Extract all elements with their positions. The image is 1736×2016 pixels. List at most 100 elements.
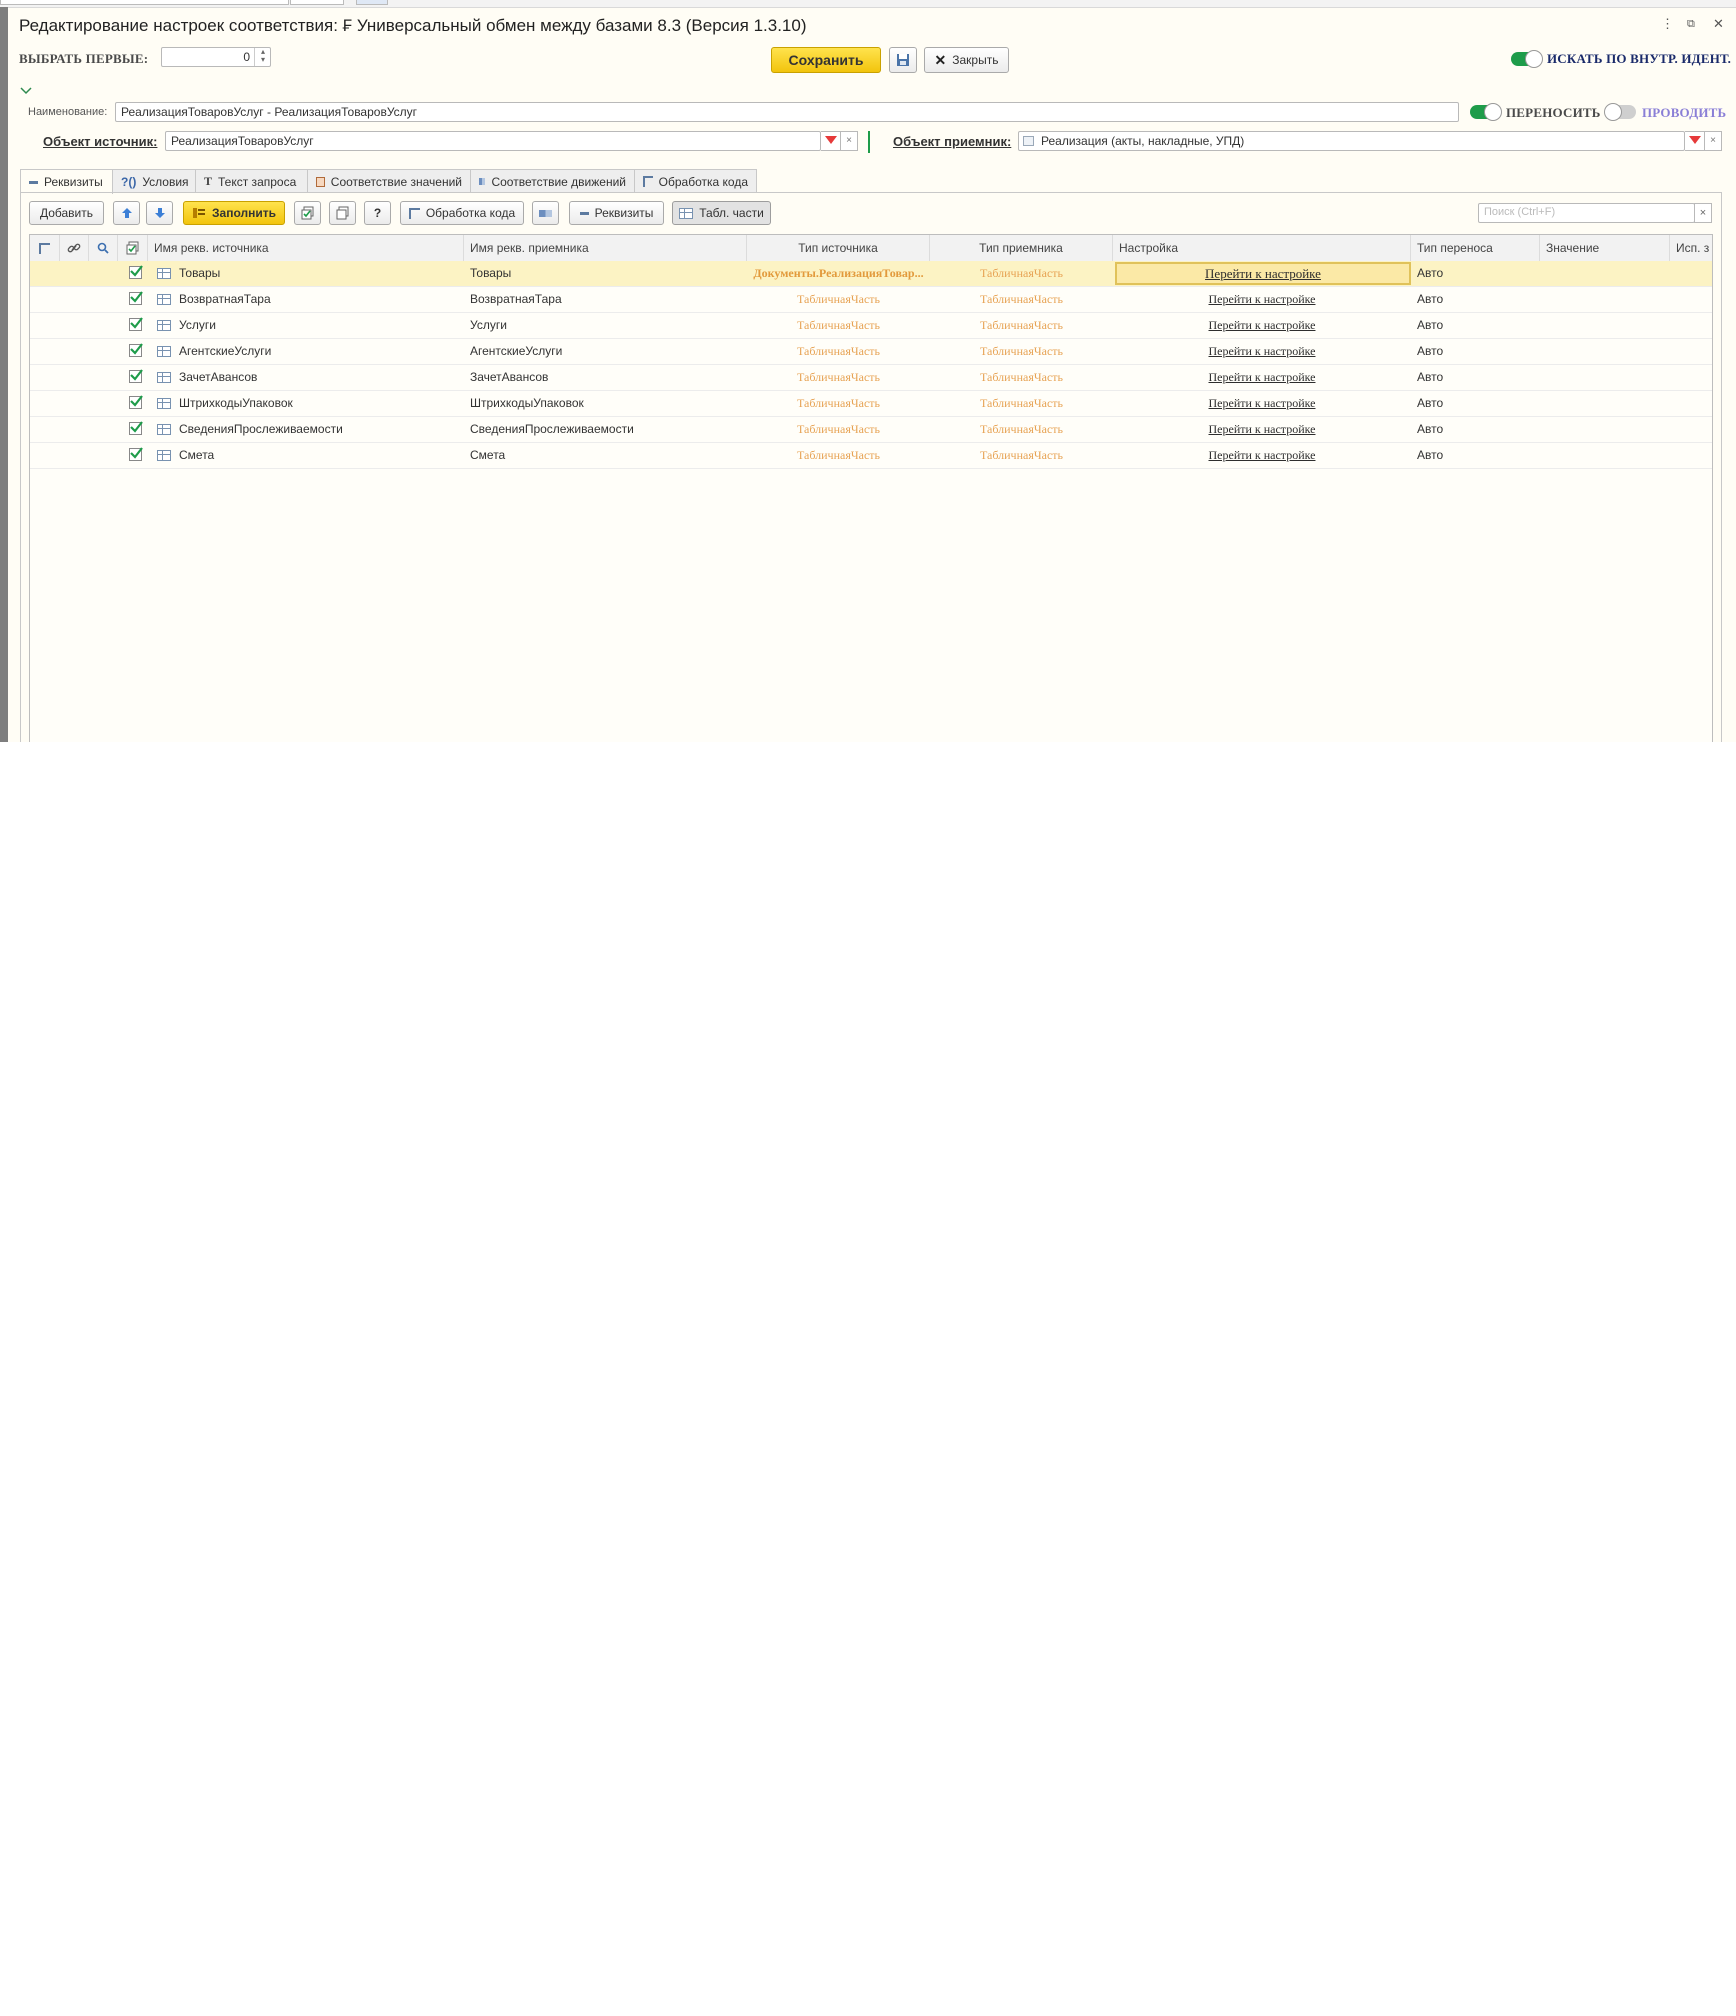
close-icon[interactable]: ✕	[1713, 16, 1724, 32]
move-down-button[interactable]	[146, 201, 173, 225]
go-to-setting-link[interactable]: Перейти к настройке	[1209, 422, 1316, 436]
tab-conditions[interactable]: ?() Условия	[112, 169, 196, 193]
col-transfer-type[interactable]: Тип переноса	[1411, 235, 1540, 261]
row-source-type: ТабличнаяЧасть	[796, 370, 881, 384]
transfer-toggle[interactable]	[1470, 103, 1502, 121]
col-value[interactable]: Значение	[1540, 235, 1670, 261]
row-value[interactable]	[1540, 443, 1670, 468]
row-checkbox[interactable]	[129, 369, 143, 383]
table-row[interactable]: СведенияПрослеживаемости СведенияПрослежи…	[30, 417, 1712, 443]
table-part-icon	[157, 294, 171, 305]
row-setting-cell[interactable]: Перейти к настройке	[1113, 443, 1411, 468]
tab-attributes[interactable]: Реквизиты	[20, 169, 113, 194]
row-value[interactable]	[1540, 339, 1670, 364]
col-setting[interactable]: Настройка	[1113, 235, 1411, 261]
move-up-button[interactable]	[113, 201, 140, 225]
attributes-button[interactable]: Реквизиты	[569, 201, 664, 225]
tab-label: Соответствие движений	[491, 174, 626, 189]
col-link-icon[interactable]	[60, 235, 89, 261]
row-setting-cell[interactable]: Перейти к настройке	[1113, 417, 1411, 442]
go-to-setting-link[interactable]: Перейти к настройке	[1209, 370, 1316, 384]
source-label[interactable]: Объект источник:	[43, 134, 157, 149]
row-setting-cell[interactable]: Перейти к настройке	[1113, 339, 1411, 364]
go-to-setting-link[interactable]: Перейти к настройке	[1209, 396, 1316, 410]
row-checkbox[interactable]	[129, 447, 143, 461]
fill-button[interactable]: Заполнить	[183, 201, 285, 225]
search-internal-toggle[interactable]	[1511, 50, 1543, 68]
more-icon[interactable]: ⋮	[1661, 16, 1674, 32]
post-toggle[interactable]	[1604, 103, 1636, 121]
go-to-setting-link[interactable]: Перейти к настройке	[1209, 344, 1316, 358]
row-value[interactable]	[1540, 365, 1670, 390]
row-transfer-type: Авто	[1417, 422, 1444, 436]
search-clear-icon[interactable]: ×	[1694, 203, 1712, 223]
table-row[interactable]: Товары Товары Документы.РеализацияТовар...…	[30, 261, 1712, 287]
target-field[interactable]: Реализация (акты, накладные, УПД)	[1018, 131, 1685, 151]
restore-icon[interactable]: ⧉	[1687, 18, 1695, 31]
top-tab[interactable]	[0, 0, 289, 5]
go-to-setting-link[interactable]: Перейти к настройке	[1205, 266, 1321, 281]
col-target-type[interactable]: Тип приемника	[930, 235, 1113, 261]
help-button[interactable]: ?	[364, 201, 391, 225]
row-checkbox[interactable]	[129, 421, 143, 435]
row-setting-cell[interactable]: Перейти к настройке	[1113, 287, 1411, 312]
row-value[interactable]	[1540, 313, 1670, 338]
save-disk-button[interactable]	[889, 47, 917, 73]
col-search-icon[interactable]	[89, 235, 118, 261]
table-row[interactable]: Смета Смета ТабличнаяЧасть ТабличнаяЧасть Пе…	[30, 443, 1712, 469]
target-label[interactable]: Объект приемник:	[893, 134, 1011, 149]
row-value[interactable]	[1540, 287, 1670, 312]
col-target-name[interactable]: Имя рекв. приемника	[464, 235, 747, 261]
tab-movements-mapping[interactable]: Соответствие движений	[470, 169, 635, 193]
row-value[interactable]	[1540, 261, 1670, 286]
table-row[interactable]: ШтрихкодыУпаковок ШтрихкодыУпаковок Таблич…	[30, 391, 1712, 417]
tab-value-mapping[interactable]: Соответствие значений	[307, 169, 471, 193]
row-transfer-type: Авто	[1417, 370, 1444, 384]
row-value[interactable]	[1540, 417, 1670, 442]
go-to-setting-link[interactable]: Перейти к настройке	[1209, 292, 1316, 306]
row-value[interactable]	[1540, 391, 1670, 416]
col-source-name[interactable]: Имя рекв. источника	[148, 235, 464, 261]
go-to-setting-link[interactable]: Перейти к настройке	[1209, 318, 1316, 332]
row-checkbox[interactable]	[129, 291, 143, 305]
target-clear-icon[interactable]: ×	[1705, 131, 1722, 151]
save-button[interactable]: Сохранить	[771, 47, 881, 73]
table-row[interactable]: АгентскиеУслуги АгентскиеУслуги ТабличнаяЧ…	[30, 339, 1712, 365]
row-setting-cell[interactable]: Перейти к настройке	[1115, 262, 1411, 285]
col-check-icon[interactable]	[118, 235, 148, 261]
top-tab[interactable]	[356, 0, 388, 5]
row-setting-cell[interactable]: Перейти к настройке	[1113, 313, 1411, 338]
close-button[interactable]: ✕ Закрыть	[924, 47, 1009, 73]
col-code-icon[interactable]	[30, 235, 60, 261]
go-to-setting-link[interactable]: Перейти к настройке	[1209, 448, 1316, 462]
search-input[interactable]: Поиск (Ctrl+F)	[1478, 203, 1695, 223]
check-all-button[interactable]	[294, 201, 321, 225]
row-checkbox[interactable]	[129, 343, 143, 357]
name-field[interactable]: РеализацияТоваровУслуг - РеализацияТовар…	[115, 102, 1459, 122]
row-checkbox[interactable]	[129, 395, 143, 409]
row-setting-cell[interactable]: Перейти к настройке	[1113, 391, 1411, 416]
select-first-stepper[interactable]: ▴ ▾	[254, 48, 271, 66]
tab-parts-button[interactable]: Табл. части	[672, 201, 771, 225]
top-tab[interactable]	[290, 0, 344, 5]
row-setting-cell[interactable]: Перейти к настройке	[1113, 365, 1411, 390]
source-clear-icon[interactable]: ×	[841, 131, 858, 151]
collapse-chevron-icon[interactable]	[20, 84, 32, 98]
target-dropdown-icon[interactable]	[1685, 131, 1705, 151]
code-processing-button[interactable]: Обработка кода	[400, 201, 524, 225]
row-source-name: Услуги	[179, 318, 216, 332]
source-field[interactable]: РеализацияТоваровУслуг	[165, 131, 821, 151]
tab-code-processing[interactable]: Обработка кода	[634, 169, 757, 193]
row-checkbox[interactable]	[129, 317, 143, 331]
col-source-type[interactable]: Тип источника	[747, 235, 930, 261]
uncheck-all-button[interactable]	[329, 201, 356, 225]
col-used[interactable]: Исп. з	[1670, 235, 1712, 261]
table-row[interactable]: Услуги Услуги ТабличнаяЧасть ТабличнаяЧасть…	[30, 313, 1712, 339]
table-row[interactable]: ВозвратнаяТара ВозвратнаяТара ТабличнаяЧас…	[30, 287, 1712, 313]
row-checkbox[interactable]	[129, 265, 143, 279]
source-dropdown-icon[interactable]	[821, 131, 841, 151]
movements-button[interactable]	[532, 201, 559, 225]
tab-query-text[interactable]: T Текст запроса	[195, 169, 308, 193]
table-row[interactable]: ЗачетАвансов ЗачетАвансов ТабличнаяЧасть Та…	[30, 365, 1712, 391]
add-button[interactable]: Добавить	[29, 201, 104, 225]
